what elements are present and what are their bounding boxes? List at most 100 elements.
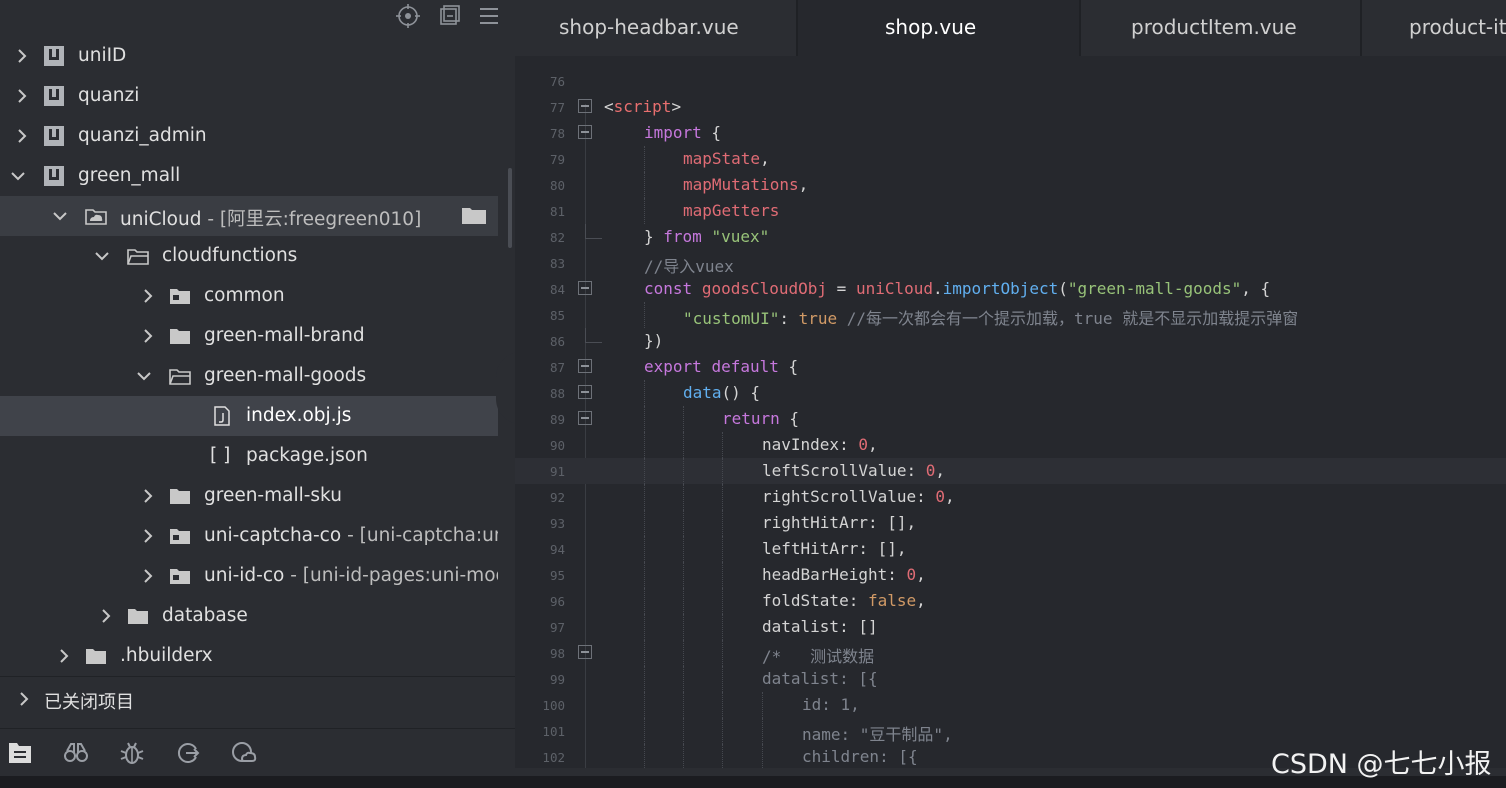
chevron-right-icon[interactable]: [140, 488, 156, 504]
chevron-down-icon[interactable]: [52, 208, 68, 224]
code-line: 80 mapMutations,: [515, 172, 1506, 198]
tab-shop-headbar[interactable]: shop-headbar.vue: [515, 0, 798, 56]
code-line: 79 mapState,: [515, 146, 1506, 172]
line-number: 82: [549, 230, 565, 245]
fold-toggle[interactable]: [578, 645, 592, 659]
tree-item-hbuilderx[interactable]: .hbuilderx: [0, 636, 498, 666]
chevron-right-icon[interactable]: [56, 648, 72, 664]
indent-guide: [683, 666, 684, 692]
tree-item-unicloud[interactable]: uniCloud - [阿里云:freegreen010]: [0, 196, 498, 236]
tree-item-label: package.json: [246, 445, 368, 466]
chevron-right-icon[interactable]: [140, 328, 156, 344]
chevron-right-icon[interactable]: [140, 568, 156, 584]
menu-icon[interactable]: [476, 3, 502, 29]
code-line: 81 mapGetters: [515, 198, 1506, 224]
closed-projects-section[interactable]: 已关闭项目: [0, 676, 515, 721]
tab-product-it[interactable]: product-it: [1362, 0, 1506, 56]
tree-item-green-mall-sku[interactable]: green-mall-sku: [0, 476, 498, 516]
binoculars-icon[interactable]: [62, 739, 90, 767]
chevron-right-icon[interactable]: [140, 288, 156, 304]
watermark: CSDN @七七小报: [1271, 749, 1492, 780]
indent-guide: [644, 302, 645, 328]
tab-product-item[interactable]: productItem.vue: [1081, 0, 1362, 56]
tree-scrollbar[interactable]: [508, 168, 512, 248]
fold-toggle[interactable]: [578, 385, 592, 399]
fold-toggle[interactable]: [578, 125, 592, 139]
chevron-right-icon[interactable]: [140, 528, 156, 544]
deploy-icon[interactable]: [174, 739, 202, 767]
target-icon[interactable]: [395, 3, 421, 29]
tree-item-cloudfunctions[interactable]: cloudfunctions: [0, 236, 498, 276]
indent-guide: [722, 666, 723, 692]
line-number: 85: [549, 308, 565, 323]
tree-item-green-mall[interactable]: green_mall: [0, 156, 498, 196]
chevron-right-icon[interactable]: [16, 691, 32, 707]
code-token: default: [711, 357, 779, 376]
tab-label: product-it: [1409, 15, 1506, 39]
folder-icon: [127, 606, 149, 626]
open-folder-icon[interactable]: [460, 206, 488, 226]
chevron-down-icon[interactable]: [10, 168, 26, 184]
folder-icon: [169, 486, 191, 506]
json-file-icon: [ ]: [210, 445, 231, 466]
code-line: 86 }): [515, 328, 1506, 354]
bug-icon[interactable]: [118, 739, 146, 767]
code-token: navIndex: [762, 435, 840, 454]
code-token: const: [644, 279, 693, 298]
tree-item-label: uniCloud: [120, 209, 202, 230]
indent-guide: [644, 588, 645, 614]
tree-item-quanzi[interactable]: quanzi: [0, 76, 498, 116]
indent-guide: [644, 172, 645, 198]
project-explorer-icon[interactable]: [6, 739, 34, 767]
indent-guide: [722, 692, 723, 718]
code-line-current: 91 leftScrollValue: 0,: [515, 458, 1506, 484]
indent-guide: [683, 744, 684, 768]
code-token: ,: [916, 565, 926, 584]
tree-item-uni-id-co[interactable]: uni-id-co - [uni-id-pages:uni-mod: [0, 556, 498, 596]
code-token: [],: [887, 513, 917, 532]
chevron-right-icon[interactable]: [98, 608, 114, 624]
code-token: , {: [1241, 279, 1271, 298]
cloud-icon[interactable]: [230, 739, 258, 767]
tree-item-separator: -: [207, 209, 215, 230]
code-line: 99 datalist: [{: [515, 666, 1506, 692]
chevron-right-icon[interactable]: [14, 88, 30, 104]
tree-item-green-mall-brand[interactable]: green-mall-brand: [0, 316, 498, 356]
line-number: 93: [549, 516, 565, 531]
chevron-down-icon[interactable]: [136, 368, 152, 384]
code-token: mapGetters: [683, 201, 780, 220]
chevron-down-icon[interactable]: [94, 248, 110, 264]
chevron-right-icon[interactable]: [14, 48, 30, 64]
fold-end-marker: [585, 224, 602, 239]
tree-item-database[interactable]: database: [0, 596, 498, 636]
tree-item-index-obj-js[interactable]: index.obj.js: [0, 396, 498, 436]
code-line: 96 foldState: false,: [515, 588, 1506, 614]
tree-item-common[interactable]: common: [0, 276, 498, 316]
line-number: 96: [549, 594, 565, 609]
code-editor[interactable]: 76 77 <script> 78 import { 79 mapState , …: [515, 56, 1506, 768]
tree-item-uni-captcha-co[interactable]: uni-captcha-co - [uni-captcha:uni-: [0, 516, 498, 556]
collapse-all-icon[interactable]: [436, 3, 462, 29]
tree-item-green-mall-goods[interactable]: green-mall-goods: [0, 356, 498, 396]
fold-toggle[interactable]: [578, 359, 592, 373]
tree-item-package-json[interactable]: [ ] package.json: [0, 436, 498, 476]
code-token: ,: [935, 461, 946, 480]
folder-open-icon: [169, 366, 191, 386]
indent-guide: [644, 458, 645, 484]
line-number: 79: [549, 152, 565, 167]
fold-toggle[interactable]: [578, 99, 592, 113]
code-token: {: [701, 123, 722, 142]
chevron-right-icon[interactable]: [14, 128, 30, 144]
folder-icon: [169, 566, 191, 586]
code-token: :: [906, 461, 926, 480]
line-number: 88: [549, 386, 565, 401]
code-token: :: [779, 309, 799, 328]
code-line: 85 "customUI": true //每一次都会有一个提示加载，true …: [515, 302, 1506, 328]
fold-toggle[interactable]: [578, 281, 592, 295]
code-token: export: [644, 357, 702, 376]
tree-item-uniid[interactable]: uniID: [0, 36, 498, 76]
code-token: rightHitArr: [762, 513, 868, 532]
fold-toggle[interactable]: [578, 411, 592, 425]
tree-item-quanzi-admin[interactable]: quanzi_admin: [0, 116, 498, 156]
tab-shop-vue[interactable]: shop.vue: [798, 0, 1081, 56]
